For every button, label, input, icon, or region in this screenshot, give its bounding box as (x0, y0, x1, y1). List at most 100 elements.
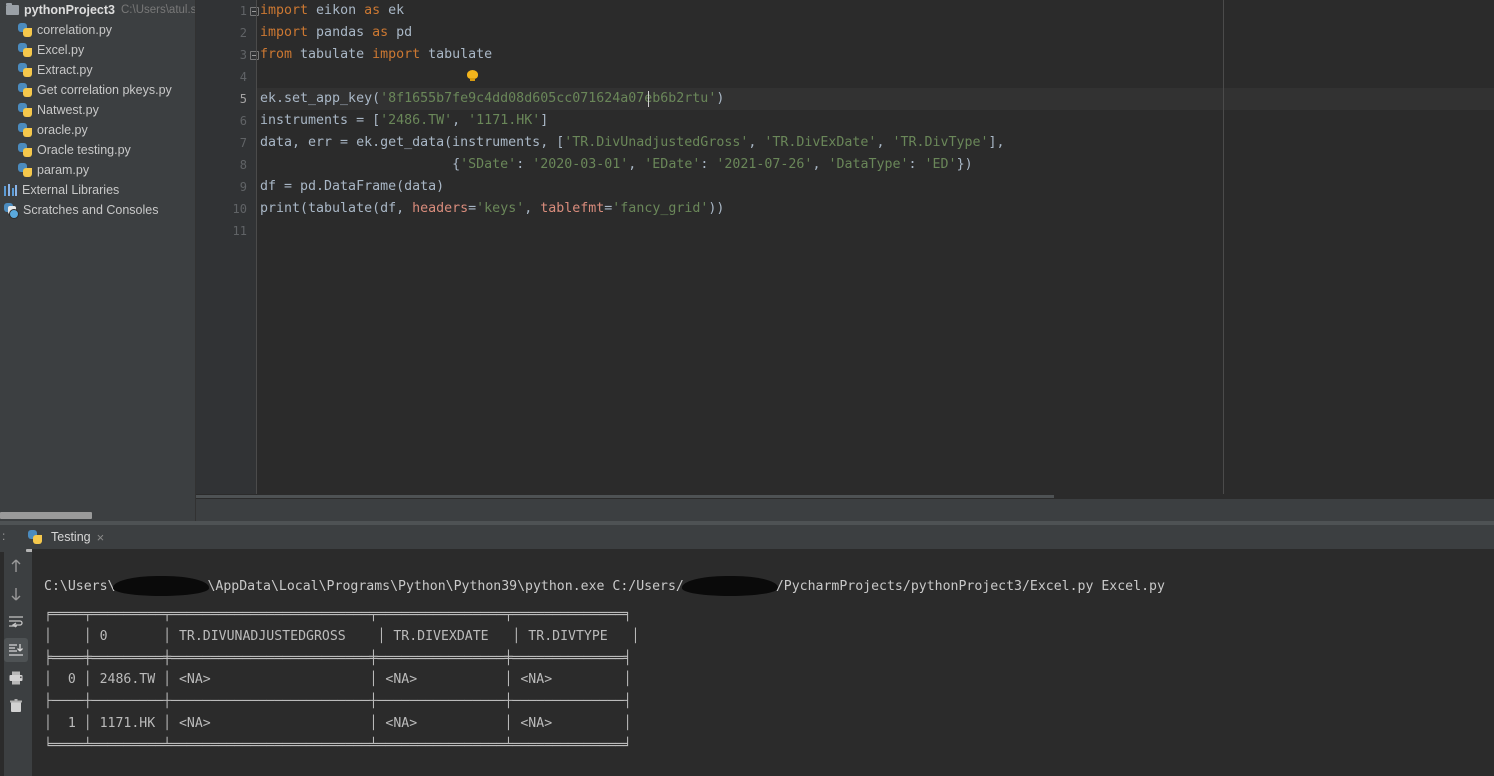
tree-item-external-libraries[interactable]: External Libraries (0, 180, 196, 200)
soft-wrap-icon (9, 616, 23, 628)
cmd-suffix: /PycharmProjects/pythonProject3/Excel.py… (775, 579, 1165, 594)
datatype-value: 'ED' (924, 157, 957, 172)
code-line-9: df = pd.DataFrame(data) (260, 179, 445, 194)
tree-item-extract-py[interactable]: Extract.py (0, 60, 196, 80)
sdate-value: '2020-03-01' (532, 157, 629, 172)
pycharm-window: pythonProject3 C:\Users\atul.san correla… (0, 0, 1494, 776)
keyword-import: import (372, 47, 421, 62)
clear-all-button[interactable] (4, 694, 28, 718)
datatype-key: 'DataType' (828, 157, 909, 172)
scroll-down-button[interactable] (4, 582, 28, 606)
tree-item-scratches-and-consoles[interactable]: Scratches and Consoles (0, 200, 196, 220)
scrollbar-thumb[interactable] (0, 512, 92, 519)
tab-label: Testing (51, 530, 91, 544)
keyword-from: from (260, 47, 293, 62)
tree-item-get-correlation-pkeys-py[interactable]: Get correlation pkeys.py (0, 80, 196, 100)
python-file-icon (18, 83, 32, 97)
tabbar-colon: : (2, 529, 6, 543)
tablefmt-value: 'fancy_grid' (612, 201, 709, 216)
line-number-11: 11 (232, 224, 247, 238)
tree-item-label: Get correlation pkeys.py (37, 83, 172, 97)
tab-testing[interactable]: Testing × (22, 527, 110, 547)
line-number-1: 1 (239, 4, 247, 18)
keyword-import: import (260, 3, 309, 18)
tree-item-label: Scratches and Consoles (23, 203, 159, 217)
code-line-3: from tabulate import tabulate (260, 47, 493, 62)
line-number-5: 5 (239, 92, 247, 106)
line-number-7: 7 (239, 136, 247, 150)
tree-item-label: correlation.py (37, 23, 113, 37)
python-file-icon (18, 23, 32, 37)
line-number-2: 2 (239, 26, 247, 40)
code-line-6: instruments = ['2486.TW', '1171.HK'] (260, 113, 549, 128)
line-number-3: 3 (239, 48, 247, 62)
arrow-down-icon (11, 588, 21, 601)
line-number-4: 4 (239, 70, 247, 84)
close-icon[interactable]: × (97, 531, 105, 544)
folder-icon (6, 3, 19, 15)
console-output[interactable]: C:\Users\ \AppData\Local\Programs\Python\… (32, 549, 1494, 776)
tree-item-oracle-py[interactable]: oracle.py (0, 120, 196, 140)
sdate-key: 'SDate' (460, 157, 517, 172)
project-path: C:\Users\atul.san (121, 4, 196, 16)
edate-value: '2021-07-26' (716, 157, 813, 172)
headers-value: 'keys' (476, 201, 525, 216)
keyword-as: as (372, 25, 389, 40)
tree-item-excel-py[interactable]: Excel.py (0, 40, 196, 60)
soft-wrap-button[interactable] (4, 610, 28, 634)
code-editor[interactable]: 1 2 3 4 5 6 7 8 9 10 11 import eikon as … (196, 0, 1494, 498)
console-toolbar[interactable] (0, 552, 32, 776)
scroll-to-end-button[interactable] (4, 638, 28, 662)
console-table-output: ╒════╤═════════╤════════════════════════… (44, 607, 640, 753)
library-icon (4, 184, 17, 196)
tree-item-correlation-py[interactable]: correlation.py (0, 20, 196, 40)
field-string-2: 'TR.DivExDate' (764, 135, 877, 150)
keyword-as: as (364, 3, 381, 18)
python-file-icon (18, 43, 32, 57)
run-tab-bar[interactable]: : Testing × (0, 525, 1494, 552)
app-key-string: '8f1655b7fe9c4dd08d605cc071624a07eb6b2rt… (380, 91, 717, 106)
tree-item-label: oracle.py (37, 123, 88, 137)
console-command-line: C:\Users\ \AppData\Local\Programs\Python\… (44, 576, 1165, 597)
code-line-1: import eikon as ek (260, 3, 405, 18)
instrument-string-1: '2486.TW' (380, 113, 453, 128)
line-number-8: 8 (239, 158, 247, 172)
tree-item-label: Extract.py (37, 63, 93, 77)
cmd-mid: \AppData\Local\Programs\Python\Python39\… (207, 579, 684, 594)
python-icon (28, 530, 42, 544)
code-line-5: ek.set_app_key('8f1655b7fe9c4dd08d605cc0… (260, 91, 725, 106)
redacted-username-block (681, 576, 778, 596)
tree-item-label: Natwest.py (37, 103, 99, 117)
printer-icon (9, 671, 23, 685)
tree-item-label: param.py (37, 163, 90, 177)
tree-item-oracle-testing-py[interactable]: Oracle testing.py (0, 140, 196, 160)
tree-item-param-py[interactable]: param.py (0, 160, 196, 180)
line-number-9: 9 (239, 180, 247, 194)
run-tool-window[interactable]: : Testing × C:\Users\ \AppData\Local\Pro… (0, 525, 1494, 776)
project-root-node[interactable]: pythonProject3 C:\Users\atul.san (0, 0, 196, 20)
scroll-up-button[interactable] (4, 554, 28, 578)
editor-gutter[interactable]: 1 2 3 4 5 6 7 8 9 10 11 (196, 0, 259, 498)
project-tree-panel[interactable]: pythonProject3 C:\Users\atul.san correla… (0, 0, 196, 521)
python-file-icon (18, 123, 32, 137)
tree-item-natwest-py[interactable]: Natwest.py (0, 100, 196, 120)
trash-icon (10, 699, 22, 712)
intention-bulb-icon[interactable] (467, 70, 478, 81)
keyword-import: import (260, 25, 309, 40)
print-button[interactable] (4, 666, 28, 690)
python-file-icon (18, 63, 32, 77)
scrollbar-thumb[interactable] (196, 495, 1054, 498)
code-text[interactable]: import eikon as ek import pandas as pd f… (257, 0, 1494, 498)
redacted-username-block (113, 576, 210, 596)
sidebar-horizontal-scrollbar[interactable] (0, 511, 196, 520)
python-file-icon (18, 143, 32, 157)
scroll-to-end-icon (9, 644, 23, 656)
instrument-string-2: '1171.HK' (468, 113, 541, 128)
console-left-strip (0, 552, 4, 776)
cmd-prefix: C:\Users\ (44, 579, 116, 594)
code-line-7: data, err = ek.get_data(instruments, ['T… (260, 135, 1005, 150)
tree-item-label: Oracle testing.py (37, 143, 131, 157)
field-string-3: 'TR.DivType' (892, 135, 989, 150)
named-arg-tablefmt: tablefmt (540, 201, 605, 216)
code-line-8: {'SDate': '2020-03-01', 'EDate': '2021-0… (260, 157, 973, 172)
